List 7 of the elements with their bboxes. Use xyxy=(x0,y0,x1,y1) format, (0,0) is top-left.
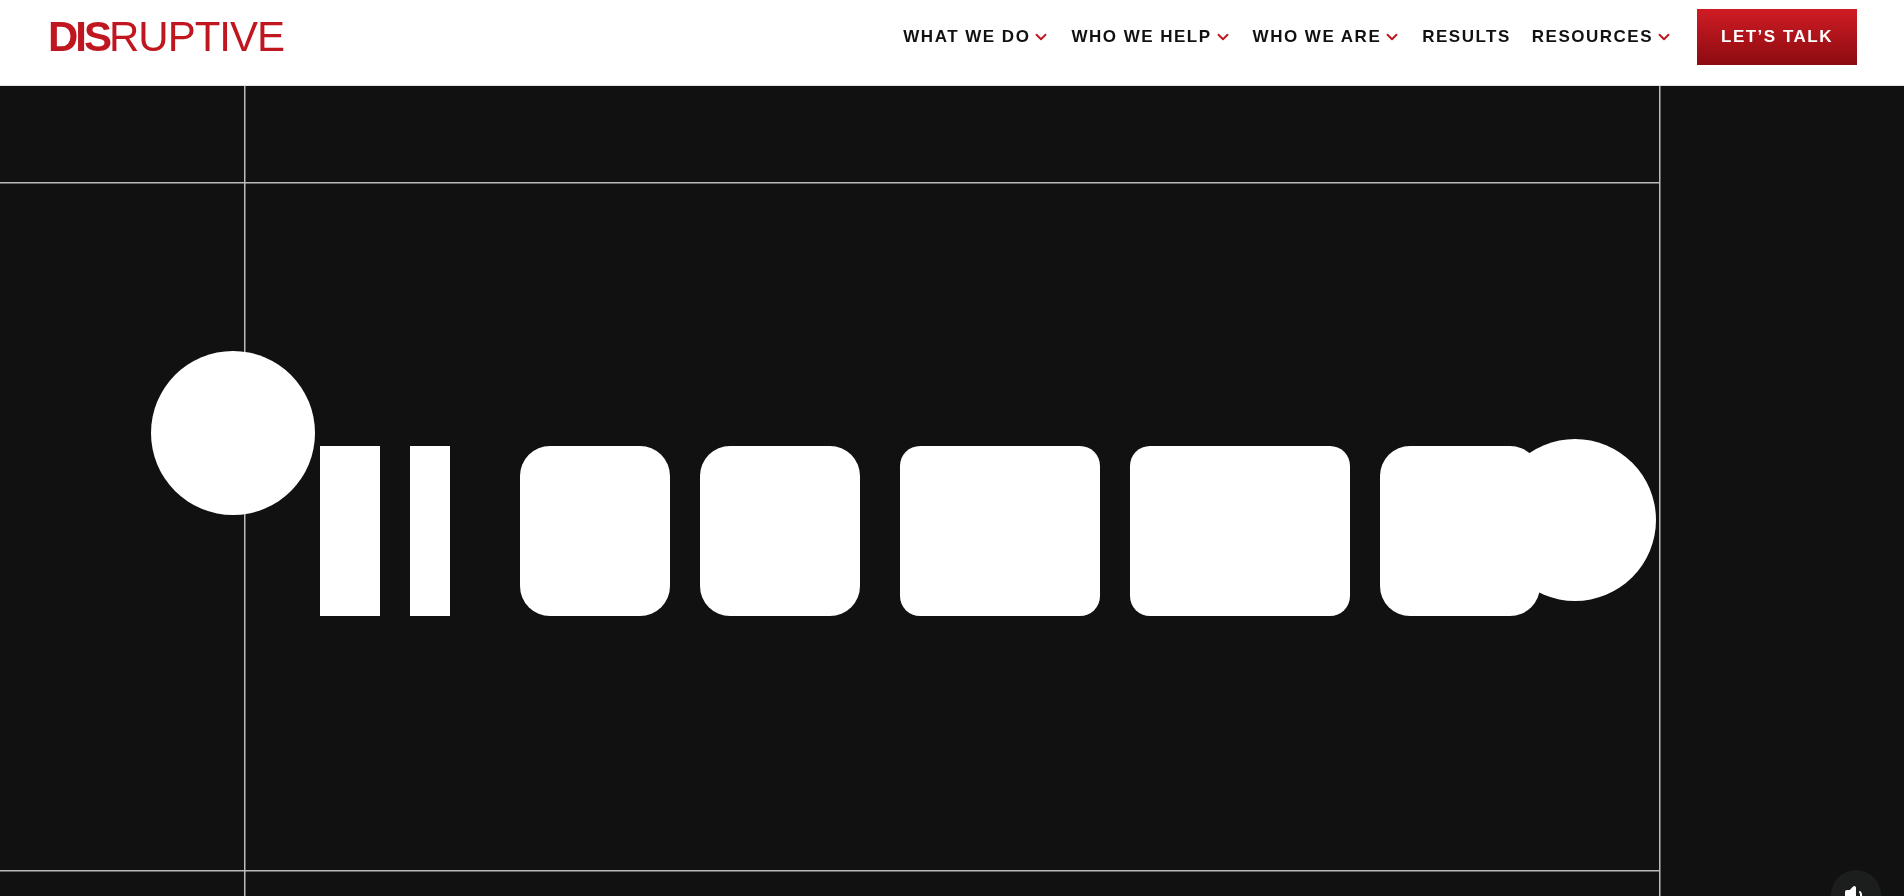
nav-link[interactable]: WHO WE HELP xyxy=(1071,23,1232,50)
nav-link[interactable]: WHAT WE DO xyxy=(903,23,1051,50)
nav-link[interactable]: WHO WE ARE xyxy=(1252,23,1402,50)
nav-link[interactable]: RESULTS xyxy=(1422,23,1511,50)
logo[interactable]: DISRUPTIVE xyxy=(48,15,285,58)
nav-link[interactable]: RESOURCES xyxy=(1531,23,1673,50)
lets-talk-button[interactable]: LET’S TALK xyxy=(1697,8,1857,65)
